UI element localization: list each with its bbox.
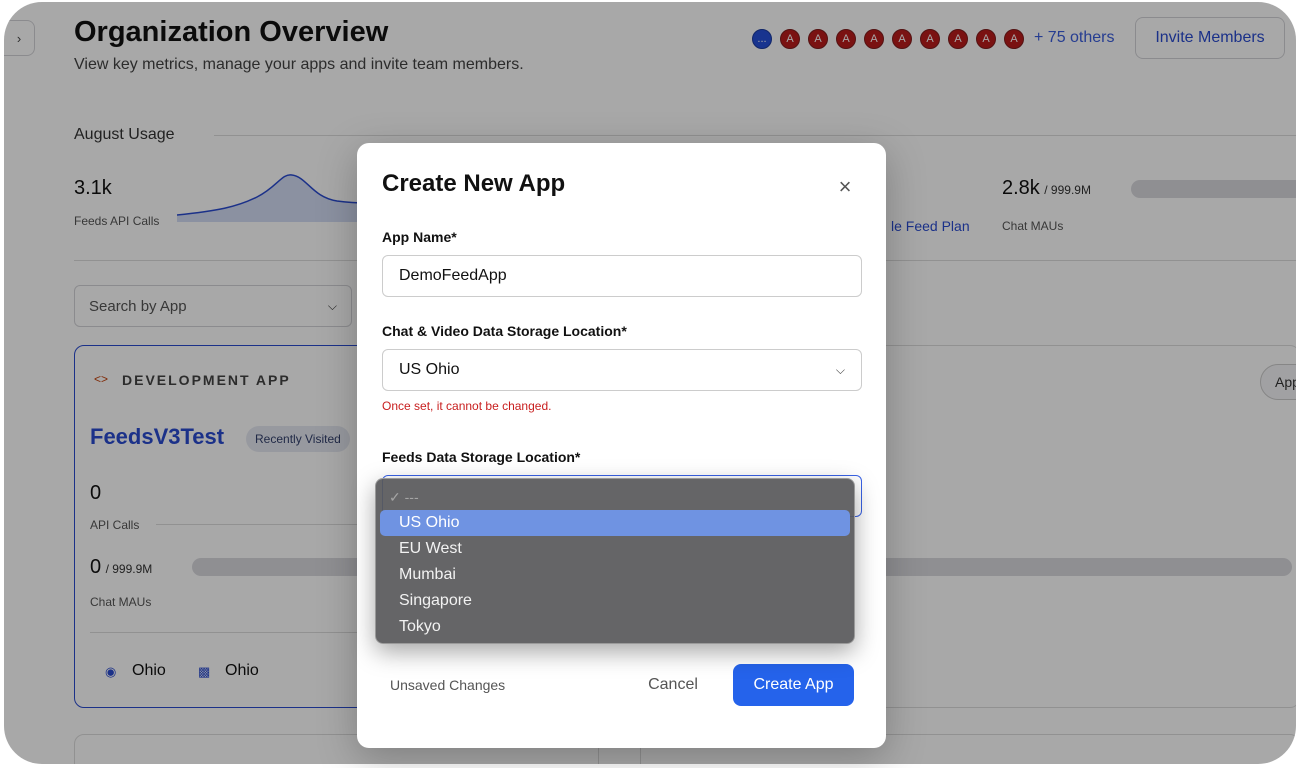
- dropdown-option-mumbai[interactable]: Mumbai: [380, 562, 850, 588]
- create-app-modal: Create New App × App Name* Chat & Video …: [357, 143, 886, 748]
- app-name-input[interactable]: [382, 255, 862, 297]
- dropdown-placeholder-option[interactable]: ✓ ---: [380, 484, 850, 510]
- create-app-button[interactable]: Create App: [733, 664, 854, 706]
- dropdown-option-eu-west[interactable]: EU West: [380, 536, 850, 562]
- feeds-location-label: Feeds Data Storage Location*: [382, 449, 581, 465]
- dropdown-option-singapore[interactable]: Singapore: [380, 588, 850, 614]
- dropdown-option-us-ohio[interactable]: US Ohio: [380, 510, 850, 536]
- unsaved-changes-text: Unsaved Changes: [390, 677, 506, 693]
- location-warning-text: Once set, it cannot be changed.: [382, 399, 552, 413]
- close-icon[interactable]: ×: [834, 176, 856, 198]
- dropdown-option-tokyo[interactable]: Tokyo: [380, 614, 850, 640]
- app-name-label: App Name*: [382, 229, 457, 245]
- chat-location-select[interactable]: US Ohio ⌵: [382, 349, 862, 391]
- feeds-location-dropdown: ✓ --- US Ohio EU West Mumbai Singapore T…: [375, 478, 855, 644]
- chevron-down-icon: ⌵: [835, 362, 845, 377]
- chat-location-label: Chat & Video Data Storage Location*: [382, 323, 627, 339]
- chat-location-value: US Ohio: [399, 361, 460, 378]
- modal-title: Create New App: [382, 170, 566, 197]
- cancel-button[interactable]: Cancel: [627, 664, 719, 706]
